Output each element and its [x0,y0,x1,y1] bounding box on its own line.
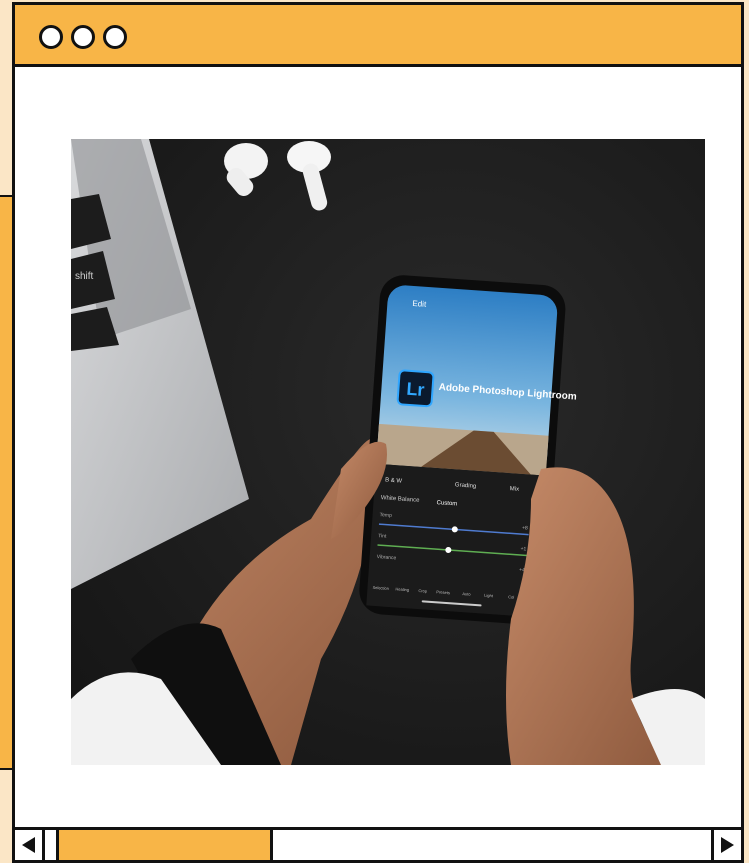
scroll-left-button[interactable] [15,830,45,860]
edit-label: Edit [412,299,427,309]
slider-tint-label: Tint [378,533,387,540]
title-bar[interactable] [15,5,741,67]
window-minimize-dot[interactable] [71,25,95,49]
toolbar-auto[interactable]: Auto [462,591,471,597]
toolbar-presets[interactable]: Presets [436,589,450,595]
horizontal-scrollbar[interactable] [15,827,741,860]
earbuds [224,141,331,211]
laptop: shift [71,139,249,589]
window-maximize-dot[interactable] [103,25,127,49]
scroll-right-button[interactable] [711,830,741,860]
toolbar-light[interactable]: Light [484,593,494,599]
browser-window: shift Edit Lr Adobe Photoshop Lightroom … [12,2,744,863]
toolbar-crop[interactable]: Crop [418,588,428,594]
tab-mix[interactable]: Mix [510,486,520,493]
scrollbar-track-gap[interactable] [45,830,59,860]
slider-tint-value: +1 [520,546,526,552]
arrow-left-icon [22,837,35,853]
photo-phone-lightroom: shift Edit Lr Adobe Photoshop Lightroom … [71,139,705,765]
arrow-right-icon [721,837,734,853]
toolbar-color[interactable]: Col [508,594,514,599]
lightroom-logo-text: Lr [406,379,425,400]
keyboard-key-label: shift [75,271,94,282]
tab-bw[interactable]: B & W [385,477,403,484]
slider-temp-value: +8 [522,525,528,531]
slider-temp-label: Temp [379,512,392,519]
scrollbar-thumb[interactable] [59,830,273,860]
window-close-dot[interactable] [39,25,63,49]
toolbar-healing[interactable]: Healing [395,586,409,592]
